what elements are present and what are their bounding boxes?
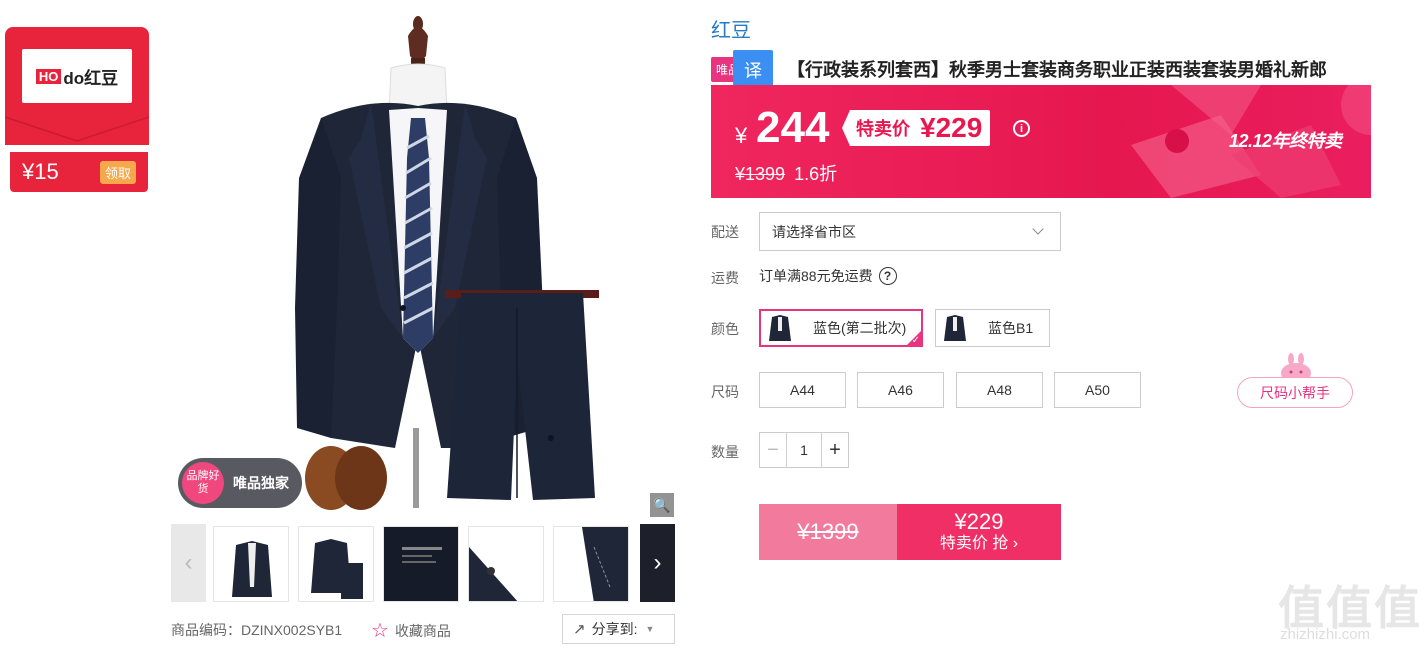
color-option-blue-batch2[interactable]: 蓝色(第二批次) ✓: [759, 309, 923, 347]
question-icon[interactable]: ?: [878, 267, 897, 285]
quantity-stepper: − 1 +: [759, 432, 849, 468]
main-product-image[interactable]: [171, 8, 675, 518]
exclusive-text: 唯品独家: [233, 475, 289, 491]
region-select[interactable]: 请选择省市区: [759, 212, 1061, 251]
currency-symbol: ¥: [735, 123, 748, 148]
exclusive-badge: 品牌好货 唯品独家: [178, 458, 302, 508]
color-option-blue-b1[interactable]: 蓝色B1: [935, 309, 1050, 347]
thumb-detail-lapel[interactable]: [553, 526, 629, 602]
size-option-a50[interactable]: A50: [1054, 372, 1141, 408]
special-price-label: 特卖价: [856, 119, 910, 139]
quantity-value[interactable]: 1: [787, 433, 821, 467]
shipping-text: 订单满88元免运费: [759, 268, 873, 284]
buy-button-group: ¥1399 ¥229 特卖价 抢 ›: [759, 504, 1061, 560]
size-option-a48[interactable]: A48: [956, 372, 1043, 408]
thumb-fabric-text[interactable]: [383, 526, 459, 602]
share-dropdown[interactable]: ↗ 分享到: ▼: [562, 614, 675, 644]
product-code: 商品编码：DZINX002SYB1: [171, 622, 343, 638]
brand-link[interactable]: 红豆: [711, 14, 751, 43]
plus-icon[interactable]: +: [821, 433, 848, 467]
coupon-amount: ¥15: [22, 159, 59, 184]
buy-label: 特卖价 抢 ›: [939, 535, 1019, 552]
color-label: 颜色: [711, 321, 739, 337]
shipping-label: 运费: [711, 270, 739, 286]
info-icon[interactable]: i: [1013, 120, 1030, 137]
star-icon: ☆: [371, 620, 389, 642]
special-price-tag: 特卖价 ¥229: [842, 110, 991, 146]
delivery-label: 配送: [711, 224, 739, 240]
logo-suffix: do红豆: [63, 68, 119, 88]
magnifier-icon[interactable]: 🔍: [650, 493, 674, 517]
thumb-suit-set[interactable]: [298, 526, 374, 602]
chevron-down-icon: [1032, 223, 1044, 235]
checkmark-icon: ✓: [911, 335, 920, 346]
watermark-url: zhizhizhi.com: [1280, 626, 1371, 643]
favorite-label: 收藏商品: [394, 622, 451, 639]
quantity-label: 数量: [711, 444, 739, 460]
size-helper-label: 尺码小帮手: [1237, 377, 1353, 408]
title-row: 唯品 译 【行政装系列套西】秋季男士套装商务职业正装西装套装男婚礼新郎: [711, 48, 1327, 90]
favorite-button[interactable]: ☆ 收藏商品: [371, 618, 451, 643]
suit-illustration: [295, 16, 599, 510]
claim-coupon-button[interactable]: 领取: [99, 160, 136, 184]
size-option-a44[interactable]: A44: [759, 372, 846, 408]
size-label: 尺码: [711, 384, 739, 400]
logo-prefix: HO: [35, 68, 62, 84]
size-option-a46[interactable]: A46: [857, 372, 944, 408]
share-label: 分享到:: [591, 621, 638, 637]
buy-now-button[interactable]: ¥229 特卖价 抢 ›: [897, 504, 1061, 560]
region-select-value: 请选择省市区: [772, 223, 856, 240]
color-thumb-icon: [942, 313, 968, 343]
buy-original-price: ¥1399: [759, 504, 897, 560]
current-price: 244: [756, 103, 830, 152]
special-price-value: ¥229: [920, 112, 983, 143]
original-price-row: ¥1399 1.6折: [735, 160, 837, 186]
coupon-fold-decoration: [5, 116, 149, 142]
promo-label: 12.12年终特卖: [1229, 131, 1342, 151]
price-banner: ¥ 244 特卖价 ¥229 i ¥1399 1.6折 12.12年终特卖: [711, 85, 1371, 198]
minus-icon[interactable]: −: [760, 433, 787, 467]
site-watermark: 值值值 zhizhizhi.com: [1278, 572, 1424, 652]
brand-logo: HO do红豆: [22, 49, 132, 103]
original-price: ¥1399: [735, 164, 786, 184]
discount-rate: 1.6折: [794, 164, 838, 184]
chevron-right-icon[interactable]: ›: [640, 524, 675, 602]
buy-original-price-value: ¥1399: [797, 519, 859, 544]
size-helper-button[interactable]: 尺码小帮手: [1237, 353, 1353, 409]
thumbnail-strip: ‹ ›: [171, 524, 675, 602]
color-option-label: 蓝色B1: [988, 320, 1034, 336]
caret-down-icon: ▼: [645, 624, 655, 634]
brand-goods-badge: 品牌好货: [182, 462, 224, 504]
thumb-suit-front[interactable]: [213, 526, 289, 602]
brand-coupon[interactable]: HO do红豆 ¥15 领取: [5, 27, 149, 192]
thumb-detail-button[interactable]: [468, 526, 544, 602]
share-icon: ↗: [573, 621, 586, 638]
translate-button[interactable]: 译: [733, 50, 774, 90]
product-page: HO do红豆 ¥15 领取 品牌好货 唯品独家 🔍 ‹ › 商品编码：DZIN…: [0, 0, 1428, 654]
product-title: 【行政装系列套西】秋季男士套装商务职业正装西装套装男婚礼新郎: [787, 60, 1328, 80]
color-option-label: 蓝色(第二批次): [813, 320, 907, 336]
color-thumb-icon: [767, 313, 793, 343]
chevron-left-icon[interactable]: ‹: [171, 524, 206, 602]
shipping-info: 订单满88元免运费 ?: [759, 266, 897, 286]
buy-price: ¥229: [954, 509, 1004, 534]
